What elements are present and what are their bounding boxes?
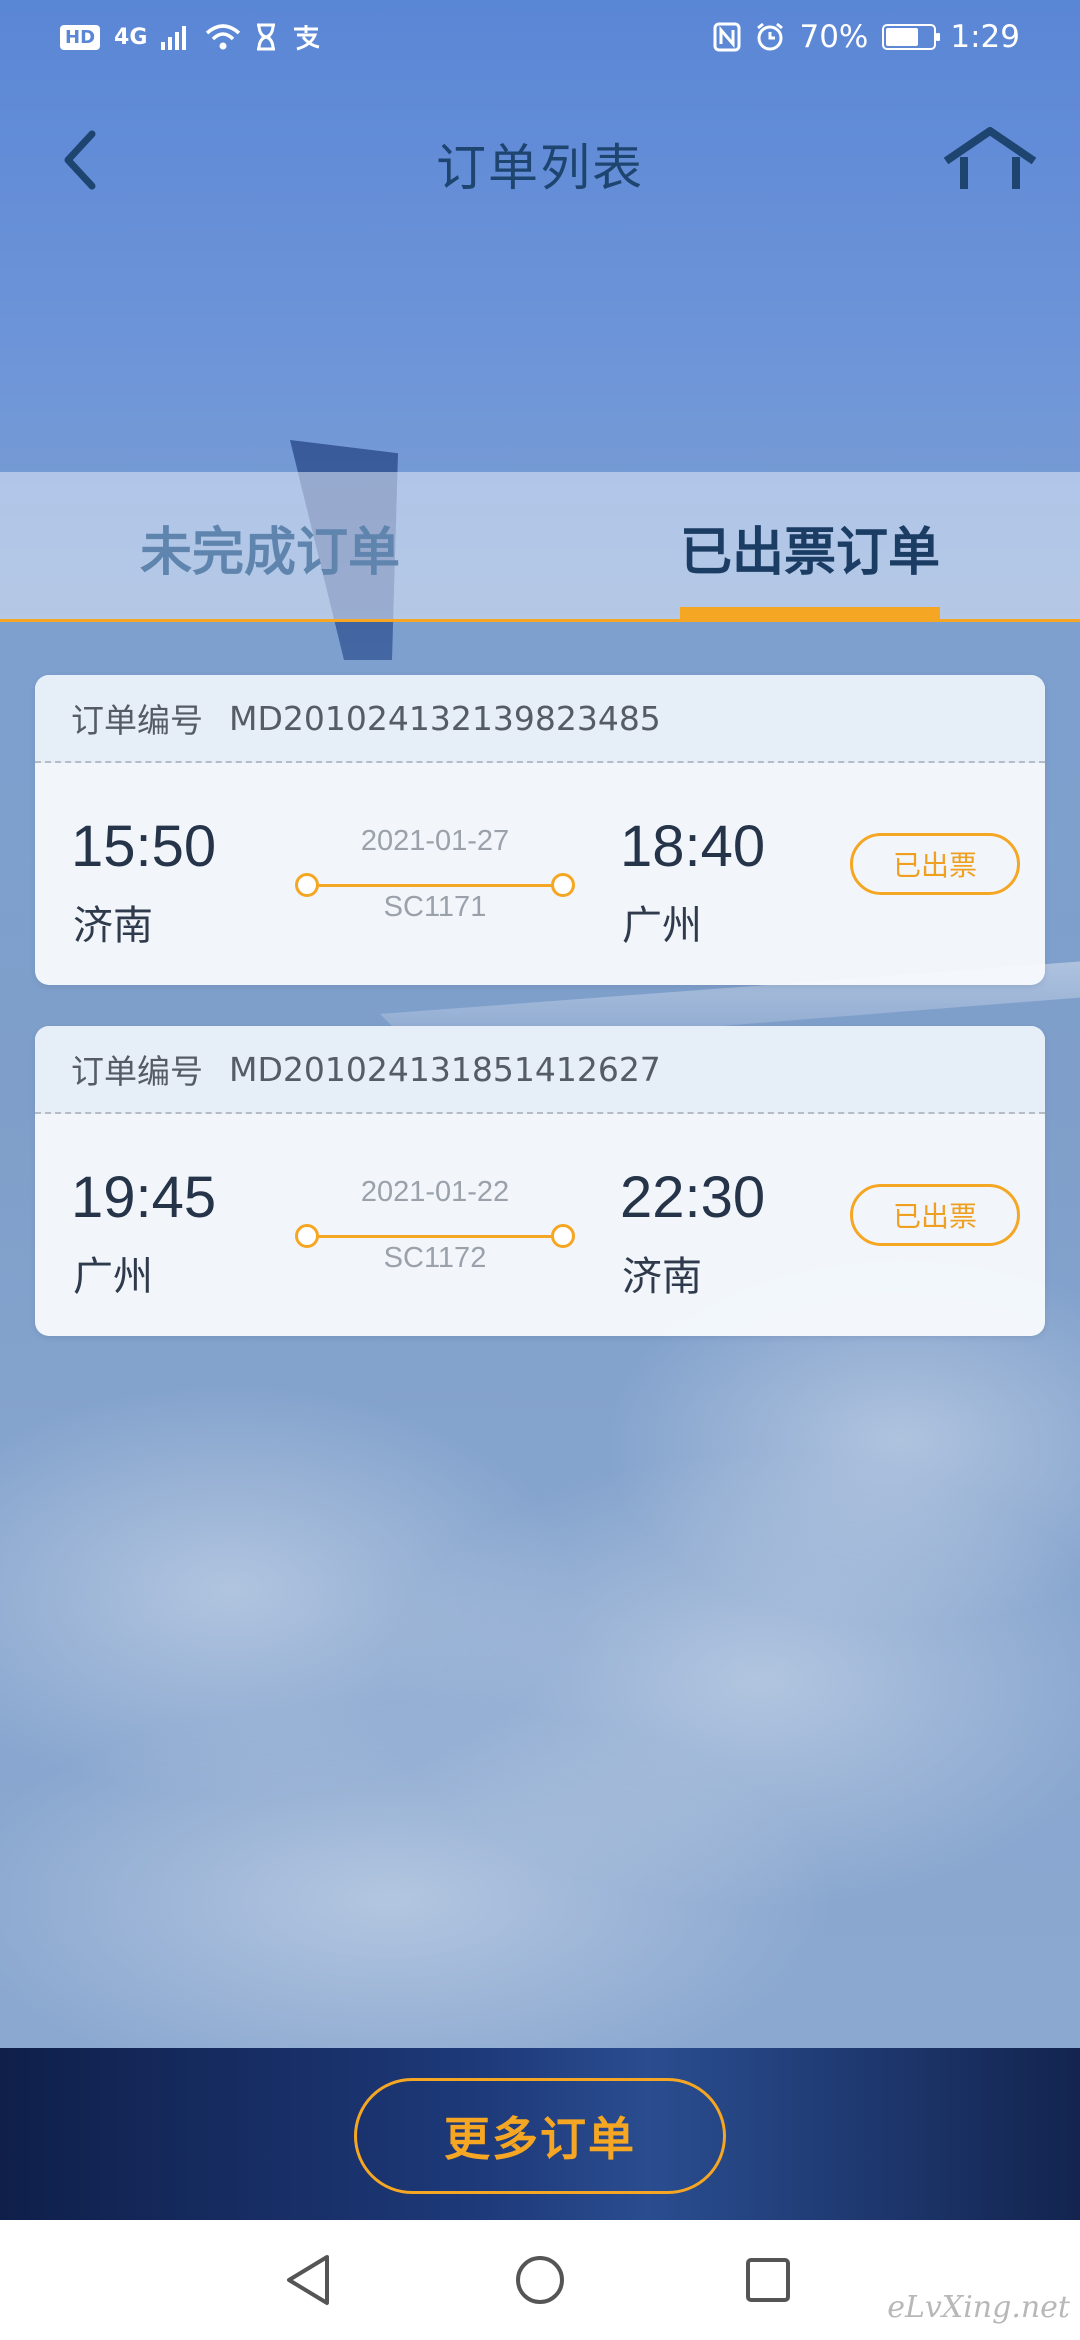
nav-header: 订单列表 [0,100,1080,230]
status-bar-left: HD 4G [60,23,321,51]
status-bar: HD 4G 70% 1:29 [0,0,1080,74]
status-bar-right: 70% 1:29 [713,19,1020,55]
order-tabs: 未完成订单 已出票订单 [0,472,1080,622]
flight-number: SC1171 [383,891,487,923]
order-card-header: 订单编号 MD201024132139823485 [35,675,1045,763]
order-number: MD201024132139823485 [229,698,661,738]
arrival-city: 济南 [622,1254,702,1300]
recents-square-icon [746,2258,790,2302]
back-triangle-icon [287,2255,329,2305]
bottom-action-bar: 更多订单 [0,2048,1080,2220]
order-number: MD201024131851412627 [229,1049,661,1089]
nfc-icon [713,22,741,52]
departure-time: 19:45 [71,1165,217,1230]
departure-city: 济南 [73,903,153,949]
order-number-label: 订单编号 [71,701,203,740]
arrival-time: 18:40 [620,814,766,879]
system-back-button[interactable] [278,2250,338,2310]
hourglass-icon [257,23,276,51]
battery-level-fill [886,28,919,46]
battery-icon [882,24,941,50]
watermark: eLvXing.net [887,2290,1070,2325]
order-card[interactable]: 订单编号 MD201024132139823485 15:50 济南 2021-… [35,675,1045,985]
flight-date: 2021-01-22 [360,1176,510,1208]
home-button[interactable] [940,120,1040,200]
departure-city: 广州 [73,1254,153,1300]
battery-percent: 70% [799,19,869,55]
network-type: 4G [114,24,148,50]
wifi-icon [206,24,241,50]
order-card[interactable]: 订单编号 MD201024131851412627 19:45 广州 2021-… [35,1026,1045,1336]
order-card-body: 15:50 济南 2021-01-27 SC1171 18:40 广州 已出票 [35,763,1045,985]
tab-ticketed-orders[interactable]: 已出票订单 [630,472,990,622]
home-icon [943,127,1037,189]
order-number-label: 订单编号 [71,1052,203,1091]
alipay-icon [294,25,320,51]
system-home-button[interactable] [510,2250,570,2310]
arrival-time: 22:30 [620,1165,766,1230]
order-card-header: 订单编号 MD201024131851412627 [35,1026,1045,1114]
ticket-status-button[interactable]: 已出票 [850,1184,1020,1246]
departure-time: 15:50 [71,814,217,879]
ticket-status-button[interactable]: 已出票 [850,833,1020,895]
page-title: 订单列表 [436,139,644,197]
system-recents-button[interactable] [738,2250,798,2310]
home-circle-icon [516,2256,564,2304]
arrival-city: 广州 [622,903,702,949]
tab-incomplete-orders[interactable]: 未完成订单 [90,472,450,622]
route-bar [317,884,553,887]
hd-badge: HD [60,24,101,50]
clock: 1:29 [950,19,1020,55]
route-bar [317,1235,553,1238]
active-tab-indicator [680,607,940,619]
flight-date: 2021-01-27 [360,825,510,857]
flight-number: SC1172 [383,1242,487,1274]
order-card-body: 19:45 广州 2021-01-22 SC1172 22:30 济南 已出票 [35,1114,1045,1336]
alarm-icon [757,22,784,51]
signal-icon [161,26,187,50]
more-orders-button[interactable]: 更多订单 [354,2078,726,2194]
